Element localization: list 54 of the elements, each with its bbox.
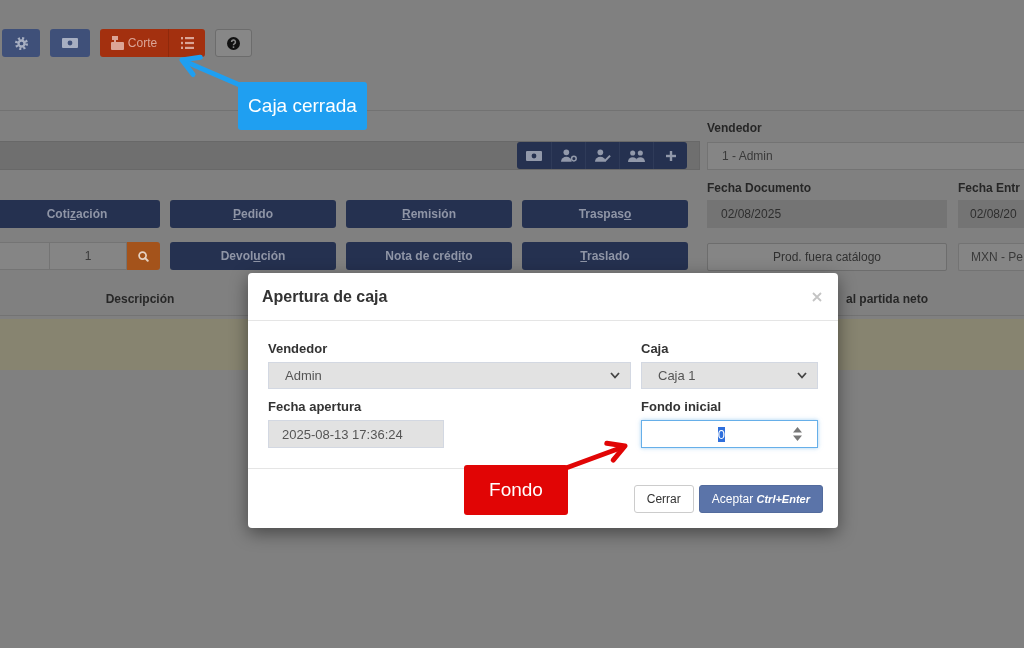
close-dialog-button[interactable]: Cerrar — [633, 484, 694, 513]
field-label: Vendedor — [707, 120, 763, 136]
document-type-button[interactable]: Cotización — [0, 200, 160, 228]
chevron-down-icon — [797, 372, 807, 379]
list-button[interactable] — [168, 29, 205, 57]
banknote-icon — [526, 150, 542, 161]
search-button[interactable] — [127, 242, 160, 270]
help-button[interactable] — [215, 29, 252, 57]
currency-dropdown[interactable]: MXN - Pe — [958, 243, 1024, 271]
banknote-icon — [62, 38, 78, 48]
spinner-arrows-icon[interactable] — [793, 427, 802, 441]
dialog-title: Apertura de caja — [262, 287, 388, 306]
add-button[interactable] — [653, 142, 687, 169]
accept-button[interactable]: Aceptar Ctrl+Enter — [698, 484, 823, 513]
catalog-button[interactable]: Prod. fuera catálogo — [707, 243, 947, 271]
search-icon — [138, 250, 149, 262]
field-label: Fecha Documento — [707, 180, 812, 196]
number-input-field[interactable]: 0 — [641, 420, 818, 448]
settings-icon — [14, 36, 28, 50]
cash-register-icon — [110, 36, 124, 50]
document-type-button[interactable]: Pedido — [170, 200, 336, 228]
list-icon — [180, 37, 194, 49]
callout-label: Fondo — [464, 465, 568, 515]
quantity-field[interactable]: 1 — [50, 242, 127, 270]
user-pencil-icon — [594, 149, 611, 162]
field-label: Caja — [641, 341, 670, 357]
user-coin-icon — [560, 149, 577, 162]
chevron-down-icon — [610, 372, 620, 379]
date-field[interactable]: 02/08/20 — [958, 200, 1024, 228]
document-type-button[interactable]: Traspaso — [522, 200, 688, 228]
cash-button[interactable] — [50, 29, 90, 57]
document-type-button[interactable]: Devolución — [170, 242, 336, 270]
field-label: Fondo inicial — [641, 399, 723, 415]
field-label: Fecha Entr — [958, 180, 1021, 196]
plus-icon — [665, 150, 676, 161]
document-type-button[interactable]: Remisión — [346, 200, 512, 228]
callout-label: Caja cerrada — [238, 82, 367, 130]
customer-field[interactable] — [0, 141, 700, 170]
edit-client-button[interactable] — [585, 142, 619, 169]
client-payment-button[interactable] — [551, 142, 585, 169]
column-header: al partida neto — [846, 292, 928, 306]
cash-button[interactable] — [517, 142, 551, 169]
close-icon — [812, 291, 822, 302]
date-field[interactable]: 02/08/2025 — [707, 200, 947, 228]
users-icon — [628, 149, 645, 162]
corte-button[interactable]: Corte — [100, 29, 168, 57]
seller-dropdown[interactable]: 1 - Admin — [707, 142, 1024, 170]
document-type-button[interactable]: Nota de crédito — [346, 242, 512, 270]
help-icon — [227, 36, 240, 50]
document-type-button[interactable]: Traslado — [522, 242, 688, 270]
field-label: Vendedor — [268, 341, 329, 357]
field-label: Fecha apertura — [268, 399, 363, 415]
settings-button[interactable] — [2, 29, 40, 57]
clients-button[interactable] — [619, 142, 653, 169]
